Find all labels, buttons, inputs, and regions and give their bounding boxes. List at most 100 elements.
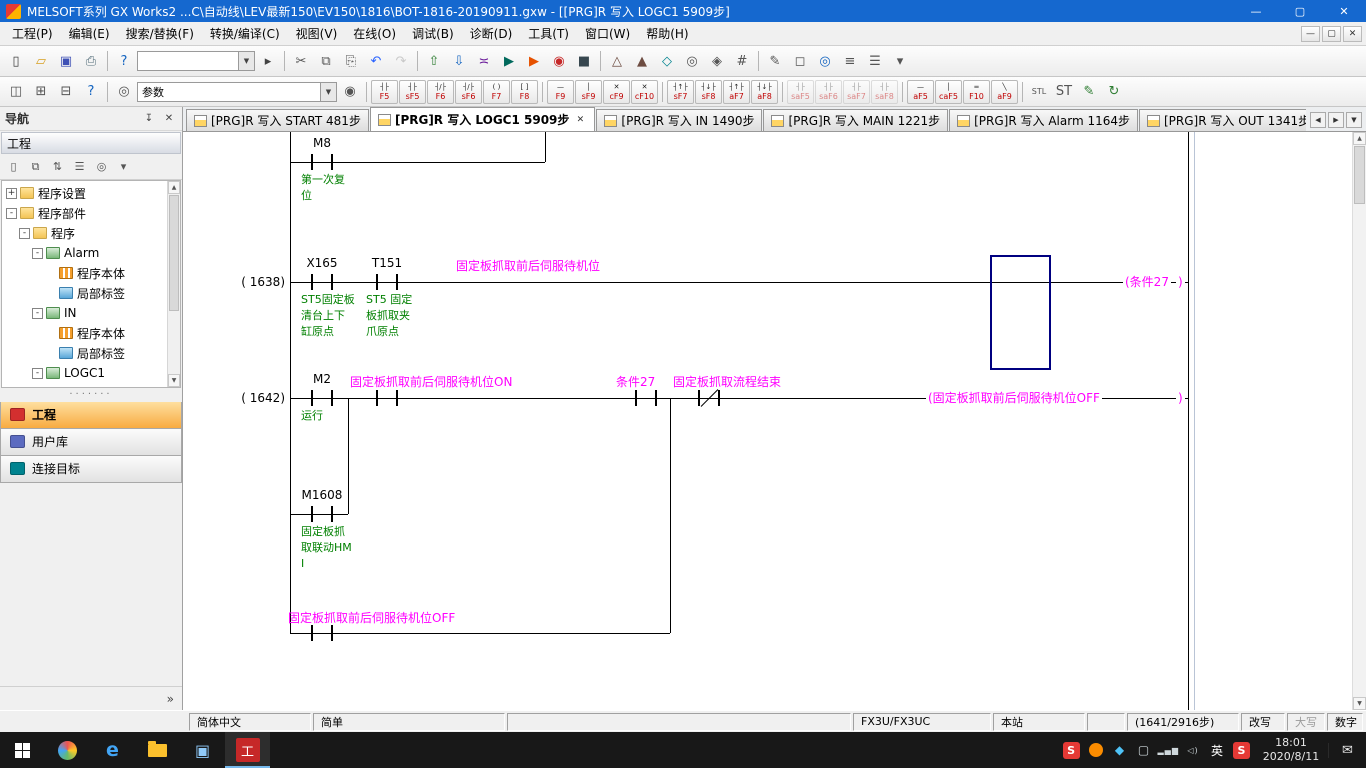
find-icon[interactable]: ◎ xyxy=(680,50,704,73)
scrollbar-thumb[interactable] xyxy=(169,195,179,311)
cut-icon[interactable]: ✂ xyxy=(289,50,313,73)
cross-reference-icon[interactable]: # xyxy=(730,50,754,73)
verify-with-plc-icon[interactable]: ≍ xyxy=(472,50,496,73)
tree-item[interactable]: 程序本体 xyxy=(2,383,180,388)
chevron-down-icon[interactable]: ▼ xyxy=(320,83,336,101)
ladder-symbol-af8-button[interactable]: ┤↓├aF8 xyxy=(751,80,778,104)
redo-icon[interactable]: ↷ xyxy=(389,50,413,73)
expander-icon[interactable]: - xyxy=(32,368,43,379)
menu-item[interactable]: 转换/编译(C) xyxy=(202,22,288,45)
list-view-icon[interactable]: ☰ xyxy=(69,157,90,177)
tray-blue-icon[interactable]: ◆ xyxy=(1108,743,1132,757)
taskbar-clock[interactable]: 18:01 2020/8/11 xyxy=(1254,736,1328,764)
function-block-window-icon[interactable]: ⊞ xyxy=(29,80,53,103)
stop-monitor-icon[interactable]: ■ xyxy=(572,50,596,73)
change-module-icon[interactable]: ↻ xyxy=(1102,80,1126,103)
ethernet-icon[interactable]: ▢ xyxy=(1132,743,1156,757)
maximize-button[interactable]: ▢ xyxy=(1278,0,1322,22)
sidebar-tab-project[interactable]: 工程 xyxy=(0,402,182,429)
combo-go-icon[interactable]: ▸ xyxy=(256,50,280,73)
monitor-mode-icon[interactable]: ▶ xyxy=(497,50,521,73)
build-icon[interactable]: △ xyxy=(605,50,629,73)
chevron-down-icon[interactable]: ▼ xyxy=(238,52,254,70)
tree-item[interactable]: +程序设置 xyxy=(2,183,180,203)
sidebar-collapse-icon[interactable]: » xyxy=(167,692,174,706)
tab[interactable]: [PRG]R 写入 MAIN 1221步 xyxy=(763,109,948,131)
ladder-contact[interactable] xyxy=(311,390,333,406)
mdi-restore-button[interactable]: ▢ xyxy=(1322,26,1341,42)
tree-item[interactable]: 程序本体 xyxy=(2,263,180,283)
tree-item[interactable]: -LOGC1 xyxy=(2,363,180,383)
menu-item[interactable]: 编辑(E) xyxy=(61,22,118,45)
action-center-icon[interactable]: ✉ xyxy=(1328,743,1366,758)
ladder-symbol-f5-button[interactable]: ┤├F5 xyxy=(371,80,398,104)
start-button[interactable] xyxy=(0,732,45,768)
docking-help-icon[interactable]: ? xyxy=(79,80,103,103)
browser-icon[interactable] xyxy=(45,732,90,768)
expander-icon[interactable]: - xyxy=(6,208,17,219)
tree-item[interactable]: 程序本体 xyxy=(2,323,180,343)
pin-icon[interactable]: ↧ xyxy=(141,111,157,127)
ladder-contact[interactable] xyxy=(376,390,398,406)
save-icon[interactable]: ▣ xyxy=(54,50,78,73)
ladder-symbol-af9-button[interactable]: ╲aF9 xyxy=(991,80,1018,104)
copy-item-icon[interactable]: ⧉ xyxy=(25,157,46,177)
menu-item[interactable]: 调试(B) xyxy=(404,22,462,45)
sidebar-tab-connection[interactable]: 连接目标 xyxy=(0,456,182,483)
ladder-contact[interactable] xyxy=(311,274,333,290)
write-to-plc-icon[interactable]: ⇧ xyxy=(422,50,446,73)
expander-icon[interactable]: - xyxy=(19,228,30,239)
ladder-canvas[interactable]: M8第一次复位( 1638)X165ST5固定板清台上下缸原点T151ST5 固… xyxy=(183,132,1352,710)
ladder-symbol-af7-button[interactable]: ┤↑├aF7 xyxy=(723,80,750,104)
mdi-minimize-button[interactable]: — xyxy=(1301,26,1320,42)
replace-icon[interactable]: ◈ xyxy=(705,50,729,73)
tree-item[interactable]: 局部标签 xyxy=(2,283,180,303)
selection-cursor[interactable] xyxy=(990,255,1051,370)
print-icon[interactable]: ⎙ xyxy=(79,50,103,73)
scroll-up-icon[interactable]: ▲ xyxy=(168,181,180,194)
navigation-window-icon[interactable]: ◫ xyxy=(4,80,28,103)
search-icon[interactable]: ◎ xyxy=(91,157,112,177)
stl-instruction-icon[interactable]: STL xyxy=(1027,80,1051,103)
ladder-symbol-saf7-button[interactable]: ┤├saF7 xyxy=(843,80,870,104)
statement-display-icon[interactable]: ☰ xyxy=(863,50,887,73)
ladder-symbol-saf5-button[interactable]: ┤├saF5 xyxy=(787,80,814,104)
expander-icon[interactable]: + xyxy=(6,188,17,199)
ladder-contact[interactable] xyxy=(311,625,333,641)
close-icon[interactable]: ✕ xyxy=(573,113,587,127)
tree-item[interactable]: -程序 xyxy=(2,223,180,243)
ladder-symbol-f9-button[interactable]: —F9 xyxy=(547,80,574,104)
read-from-plc-icon[interactable]: ⇩ xyxy=(447,50,471,73)
open-project-icon[interactable]: ▱ xyxy=(29,50,53,73)
ime-indicator[interactable]: 英 xyxy=(1205,742,1229,759)
scope-select-icon[interactable]: ◉ xyxy=(338,80,362,103)
volume-icon[interactable]: ◁) xyxy=(1181,746,1205,755)
tab-scroll-right-icon[interactable]: ▶ xyxy=(1328,112,1344,128)
ladder-symbol-saf6-button[interactable]: ┤├saF6 xyxy=(815,80,842,104)
store-icon[interactable]: ▣ xyxy=(180,732,225,768)
new-project-icon[interactable]: ▯ xyxy=(4,50,28,73)
paste-icon[interactable]: ⎘ xyxy=(339,50,363,73)
ladder-symbol-cf10-button[interactable]: ✕cF10 xyxy=(631,80,658,104)
sogou-tray-icon[interactable]: S xyxy=(1063,742,1080,759)
toolbar-combobox[interactable]: ▼ xyxy=(137,51,255,71)
zoom-icon[interactable]: ◎ xyxy=(813,50,837,73)
help-icon[interactable]: ? xyxy=(112,50,136,73)
ladder-edit-mode-icon[interactable]: ✎ xyxy=(763,50,787,73)
menu-item[interactable]: 工具(T) xyxy=(520,22,577,45)
tab-scroll-left-icon[interactable]: ◀ xyxy=(1310,112,1326,128)
ladder-symbol-f7-button[interactable]: ( )F7 xyxy=(483,80,510,104)
ladder-symbol-sf7-button[interactable]: ┤↑├sF7 xyxy=(667,80,694,104)
copy-icon[interactable]: ⧉ xyxy=(314,50,338,73)
ladder-symbol-sf5-button[interactable]: ┤├sF5 xyxy=(399,80,426,104)
splitter-grip[interactable]: ······· xyxy=(0,388,182,402)
tab[interactable]: [PRG]R 写入 OUT 1341步 xyxy=(1139,109,1306,131)
scroll-down-icon[interactable]: ▼ xyxy=(168,374,180,387)
settings-icon[interactable]: ▾ xyxy=(113,157,134,177)
tab-menu-icon[interactable]: ▼ xyxy=(1346,112,1362,128)
menu-item[interactable]: 在线(O) xyxy=(345,22,404,45)
ladder-symbol-cf9-button[interactable]: ✕cF9 xyxy=(603,80,630,104)
monitor-write-mode-icon[interactable]: ▶ xyxy=(522,50,546,73)
tree-item[interactable]: -程序部件 xyxy=(2,203,180,223)
scroll-up-icon[interactable]: ▲ xyxy=(1353,132,1366,145)
